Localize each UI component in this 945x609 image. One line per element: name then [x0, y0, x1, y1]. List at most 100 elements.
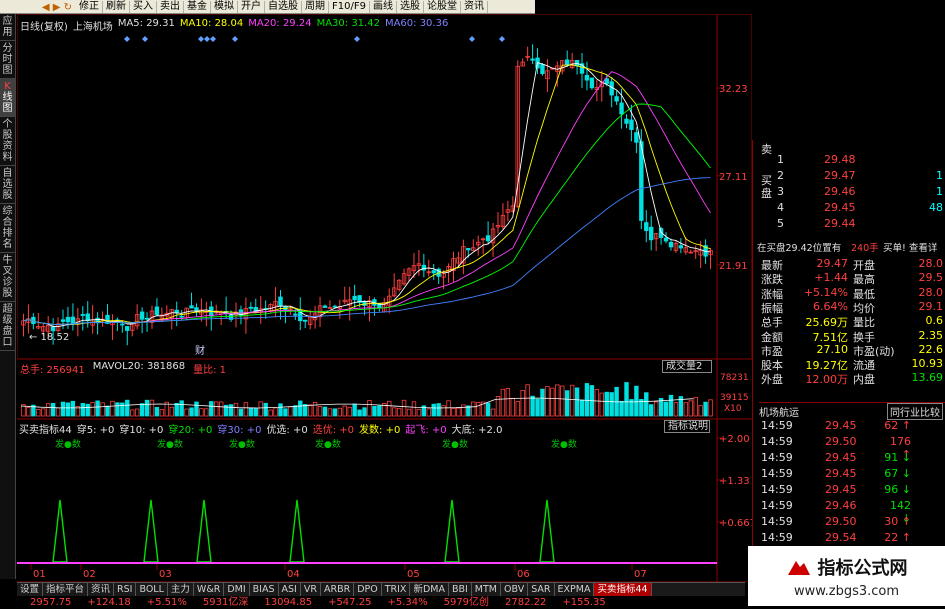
level-price: 29.46 [824, 185, 856, 198]
status-value: +5.51% [146, 597, 187, 608]
tab-compare[interactable]: 同行业比较 [887, 403, 943, 420]
volume-axis-top: 78231 [720, 373, 749, 383]
sidebar-tab[interactable]: 综合排名 [0, 204, 15, 253]
volume-bar [584, 383, 590, 417]
indicator-tab[interactable]: BIAS [250, 583, 279, 596]
volume-bar [214, 401, 219, 417]
sidebar-tab[interactable]: 个股资料 [0, 117, 15, 166]
toolbar-button[interactable]: 模拟 [211, 0, 238, 13]
volume-axis-mid: 39115 [720, 393, 749, 403]
toolbar-button[interactable]: 刷新 [103, 0, 130, 13]
toolbar-button[interactable]: 开户 [238, 0, 265, 13]
signal-diamond-icon [354, 36, 360, 42]
volume-bar [258, 401, 263, 417]
month-label: 06 [517, 569, 530, 580]
level-index: 4 [777, 201, 784, 214]
indicator-tab[interactable]: 买卖指标44 [594, 583, 652, 596]
volume-bar [209, 401, 214, 417]
toolbar-button[interactable]: F10/F9 [329, 0, 370, 13]
indicator-tab[interactable]: ASI [279, 583, 301, 596]
kline-chart[interactable]: 32.23 27.11 21.91 ← 18.52 财发●数 发●数 发●数 发●数 发●数 发●… [17, 14, 752, 582]
order-level-row[interactable]: 5 29.44 [777, 217, 942, 230]
signal-diamond-icon [499, 36, 505, 42]
indicator-tab[interactable]: TRIX [382, 583, 411, 596]
toolbar-button[interactable]: 资讯 [461, 0, 488, 13]
indicator-name[interactable]: 买卖指标44 [19, 421, 72, 436]
indicator-tab[interactable]: 设置 [17, 583, 44, 596]
volume-bar [307, 404, 313, 417]
buy-notice-button[interactable]: 买单! 查看详 [883, 240, 945, 254]
volume-bar [283, 408, 288, 417]
indicator-tab[interactable]: ARBR [321, 583, 355, 596]
tick-price: 29.50 [825, 435, 857, 448]
volume-bar [293, 405, 298, 417]
indicator-tab[interactable]: MTM [472, 583, 501, 596]
volume-bar [149, 399, 155, 417]
indicator-tab[interactable]: 新DMA [410, 583, 449, 596]
candle-body [248, 306, 254, 309]
ma10-label: MA10: 28.04 [179, 18, 244, 29]
volume-bar [105, 405, 110, 417]
toolbar-button[interactable]: 周期 [302, 0, 329, 13]
buy-notice[interactable]: 在买盘29.42位置有 [757, 240, 841, 254]
indicator-tab[interactable]: W&R [194, 583, 225, 596]
liangbi-label: 量比: 1 [193, 365, 227, 376]
indicator-tab[interactable]: VR [301, 583, 321, 596]
candle-body [65, 316, 71, 323]
period-label[interactable]: 日线(复权) [20, 18, 68, 33]
toolbar-button[interactable]: 基金 [184, 0, 211, 13]
indicator-tab[interactable]: SAR [528, 583, 555, 596]
volume-bar [391, 407, 397, 417]
indicator-tab[interactable]: BOLL [136, 583, 168, 596]
sidebar-tab[interactable]: 自选股 [0, 166, 15, 204]
level-price: 29.48 [824, 153, 856, 166]
candle-body [120, 323, 125, 326]
order-level-row[interactable]: 2 29.47 [777, 169, 942, 182]
left-sidebar: 应用 分时图 K线图 个股资料 自选股 综合排名 牛叉诊股 超级盘口 [0, 14, 16, 579]
indicator-tab[interactable]: DPO [354, 583, 382, 596]
indicator-item: 穿10: +0 [119, 425, 164, 436]
sidebar-tab[interactable]: 分时图 [0, 41, 15, 79]
toolbar-button[interactable]: 选股 [397, 0, 424, 13]
order-level-row[interactable]: 3 29.46 [777, 185, 942, 198]
order-level-row[interactable]: 4 29.45 [777, 201, 942, 214]
sidebar-tab[interactable]: K线图 [0, 79, 15, 117]
status-value: +5.34% [387, 597, 428, 608]
order-level-row[interactable]: 1 29.48 [777, 153, 942, 166]
sidebar-tab[interactable]: 应用 [0, 14, 15, 41]
volume-bar [26, 407, 31, 417]
volume-bar [411, 401, 417, 417]
toolbar-button[interactable]: 修正 [76, 0, 103, 13]
volume-selector[interactable]: 成交量2 [662, 360, 712, 373]
volume-bar [500, 388, 506, 417]
indicator-tab[interactable]: BBI [449, 583, 472, 596]
sidebar-tab[interactable]: 牛叉诊股 [0, 253, 15, 302]
indicator-tab[interactable]: 指标平台 [43, 583, 89, 596]
indicator-tab[interactable]: RSI [114, 583, 137, 596]
volume-bar [337, 407, 343, 417]
toolbar-button[interactable]: 论股堂 [424, 0, 461, 13]
toolbar-arrow-icon[interactable]: ◀ ▶ ↻ [0, 0, 76, 14]
toolbar-button[interactable]: 卖出 [157, 0, 184, 13]
volume-bar [263, 402, 268, 417]
indicator-explain-button[interactable]: 指标说明 [664, 420, 710, 433]
sidebar-tab[interactable]: 超级盘口 [0, 302, 15, 351]
signal-label: 发●数 [315, 438, 341, 450]
quote-label: 外盘 [761, 373, 783, 387]
indicator-tab[interactable]: DMI [224, 583, 250, 596]
volume-bar [510, 397, 516, 417]
top-toolbar: ◀ ▶ ↻ 修正 刷新 买入 卖出 基金 模拟 开户 自选股 周期 F10/F9 画线 选股 论股堂 资讯 [0, 0, 535, 14]
level-index: 3 [777, 185, 784, 198]
volume-bar [604, 391, 609, 417]
indicator-item: 穿5: +0 [76, 425, 115, 436]
indicator-item: 穿30: +0 [217, 425, 262, 436]
toolbar-button[interactable]: 画线 [370, 0, 397, 13]
tick-volume: 30 ↑ [884, 515, 911, 528]
indicator-tab[interactable]: 资讯 [88, 583, 115, 596]
toolbar-button[interactable]: 自选股 [265, 0, 302, 13]
indicator-tab[interactable]: OBV [501, 583, 529, 596]
toolbar-button[interactable]: 买入 [130, 0, 157, 13]
status-value: 2957.75 [30, 597, 72, 608]
indicator-tab[interactable]: 主力 [168, 583, 194, 596]
indicator-tab[interactable]: EXPMA [555, 583, 595, 596]
